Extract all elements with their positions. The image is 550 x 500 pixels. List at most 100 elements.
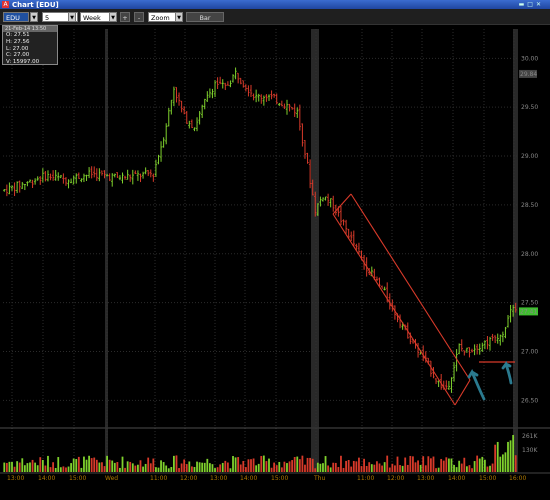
volume-bar [226,462,229,472]
price-tick-label: 26.50 [521,397,538,404]
volume-bar [167,468,170,472]
volume-bar [275,465,278,472]
volume-bar [319,463,322,472]
volume-bar [440,458,443,472]
zoom-dropdown-button[interactable]: ▼ [175,12,183,22]
volume-bar [496,441,499,472]
chart-window: A Chart [EDU] ▬□✕ EDU ▼ 5 minutes ▼ Week… [0,0,550,500]
volume-bar [157,467,160,472]
annotations [332,193,515,406]
volume-bar [458,460,461,472]
info-high: H: 27.56 [6,38,30,45]
volume-bar [360,466,363,472]
volume-bar [124,467,126,472]
volume-bar [216,467,219,472]
zoom-out-button[interactable]: - [134,12,144,22]
volume-bar [280,467,283,472]
time-tick-label: 14:00 [38,475,55,482]
volume-bar [23,465,26,472]
volume-bar [188,461,191,472]
range-dropdown-button[interactable]: ▼ [109,12,117,22]
info-close: C: 27.00 [6,52,30,59]
channel-upper-line [350,193,471,381]
volume-bar [435,468,437,472]
volume-bar [363,458,365,472]
volume-bar [352,460,355,472]
volume-bar [376,461,378,472]
range-select[interactable]: Week [80,12,110,22]
time-tick-label: 16:00 [509,475,526,482]
volume-bar [350,466,353,472]
volume-bar [247,459,250,472]
volume-bar [131,463,134,472]
symbol-field[interactable]: EDU [3,12,29,22]
volume-bar [108,459,111,472]
volume-bar [355,461,358,472]
symbol-value: EDU [6,14,20,22]
volume-bar [262,455,265,472]
volume-bar [237,457,240,472]
price-chart[interactable]: 30.00 29.50 29.00 28.50 28.00 27.50 27.00 26.50… [0,25,550,500]
volume-bar [401,465,404,472]
volume-bar [162,462,165,472]
volume-bar [193,466,196,472]
volume-bar [106,455,108,472]
volume-tick-label: 261K [522,433,538,440]
symbol-dropdown-button[interactable]: ▼ [30,12,38,22]
volume-bar [329,467,332,472]
volume-tick-label: 130K [522,447,538,454]
volume-bar [250,459,252,472]
ohlc-info-box: 21-Feb-14 13:50 O: 27.51 H: 27.56 L: 27.… [2,25,58,65]
volume-bar [460,463,463,472]
time-tick-label: Wed [105,475,118,482]
volume-bar [316,462,319,472]
channel-top-cap [332,193,352,215]
arrow-icon [467,368,486,401]
volume-bar [494,444,497,472]
volume-bar [18,462,21,472]
volume-bar [34,462,37,472]
volume-bar [234,457,237,472]
volume-bar [324,456,327,472]
time-tick-label: 14:00 [448,475,465,482]
time-tick-label: 11:00 [357,475,374,482]
zoom-in-button[interactable]: + [120,12,130,22]
volume-bar [509,440,512,472]
volume-bar [501,454,504,472]
volume-bar [337,467,340,472]
volume-bar [304,464,306,472]
volume-bar [57,457,60,472]
volume-bar [471,468,473,472]
volume-bar [203,462,206,472]
volume-bar [514,455,517,472]
volume-bar [268,458,270,472]
volume-bar [486,466,489,472]
volume-bar [286,463,288,472]
volume-bar [36,465,39,472]
volume-bar [75,459,78,472]
volume-bar [244,467,247,472]
toolbar: EDU ▼ 5 minutes ▼ Week ▼ + - Zoom ▼ Bar [0,9,550,32]
volume-bar [334,462,337,472]
volume-bar [388,467,391,472]
chart-type-bar-button[interactable]: Bar [186,12,224,22]
zoom-select[interactable]: Zoom [148,12,176,22]
volume-bar [175,455,178,472]
interval-dropdown-button[interactable]: ▼ [68,12,76,22]
volume-bar [309,457,312,472]
volume-bar [255,465,258,472]
volume-bar [152,458,155,472]
volume-bar [206,458,209,472]
volume-bar [119,467,121,472]
window-controls-icon[interactable]: ▬□✕ [519,1,544,8]
volume-bar [445,457,448,472]
price-tick-label: 27.00 [521,348,538,355]
volume-bar [149,463,152,472]
volume-bar [90,458,93,472]
volume-bar [44,465,47,472]
volume-bar [481,456,484,472]
volume-bar [196,461,198,472]
volume-bar [378,463,381,472]
session-separator [513,29,518,472]
volume-bar [201,462,204,472]
